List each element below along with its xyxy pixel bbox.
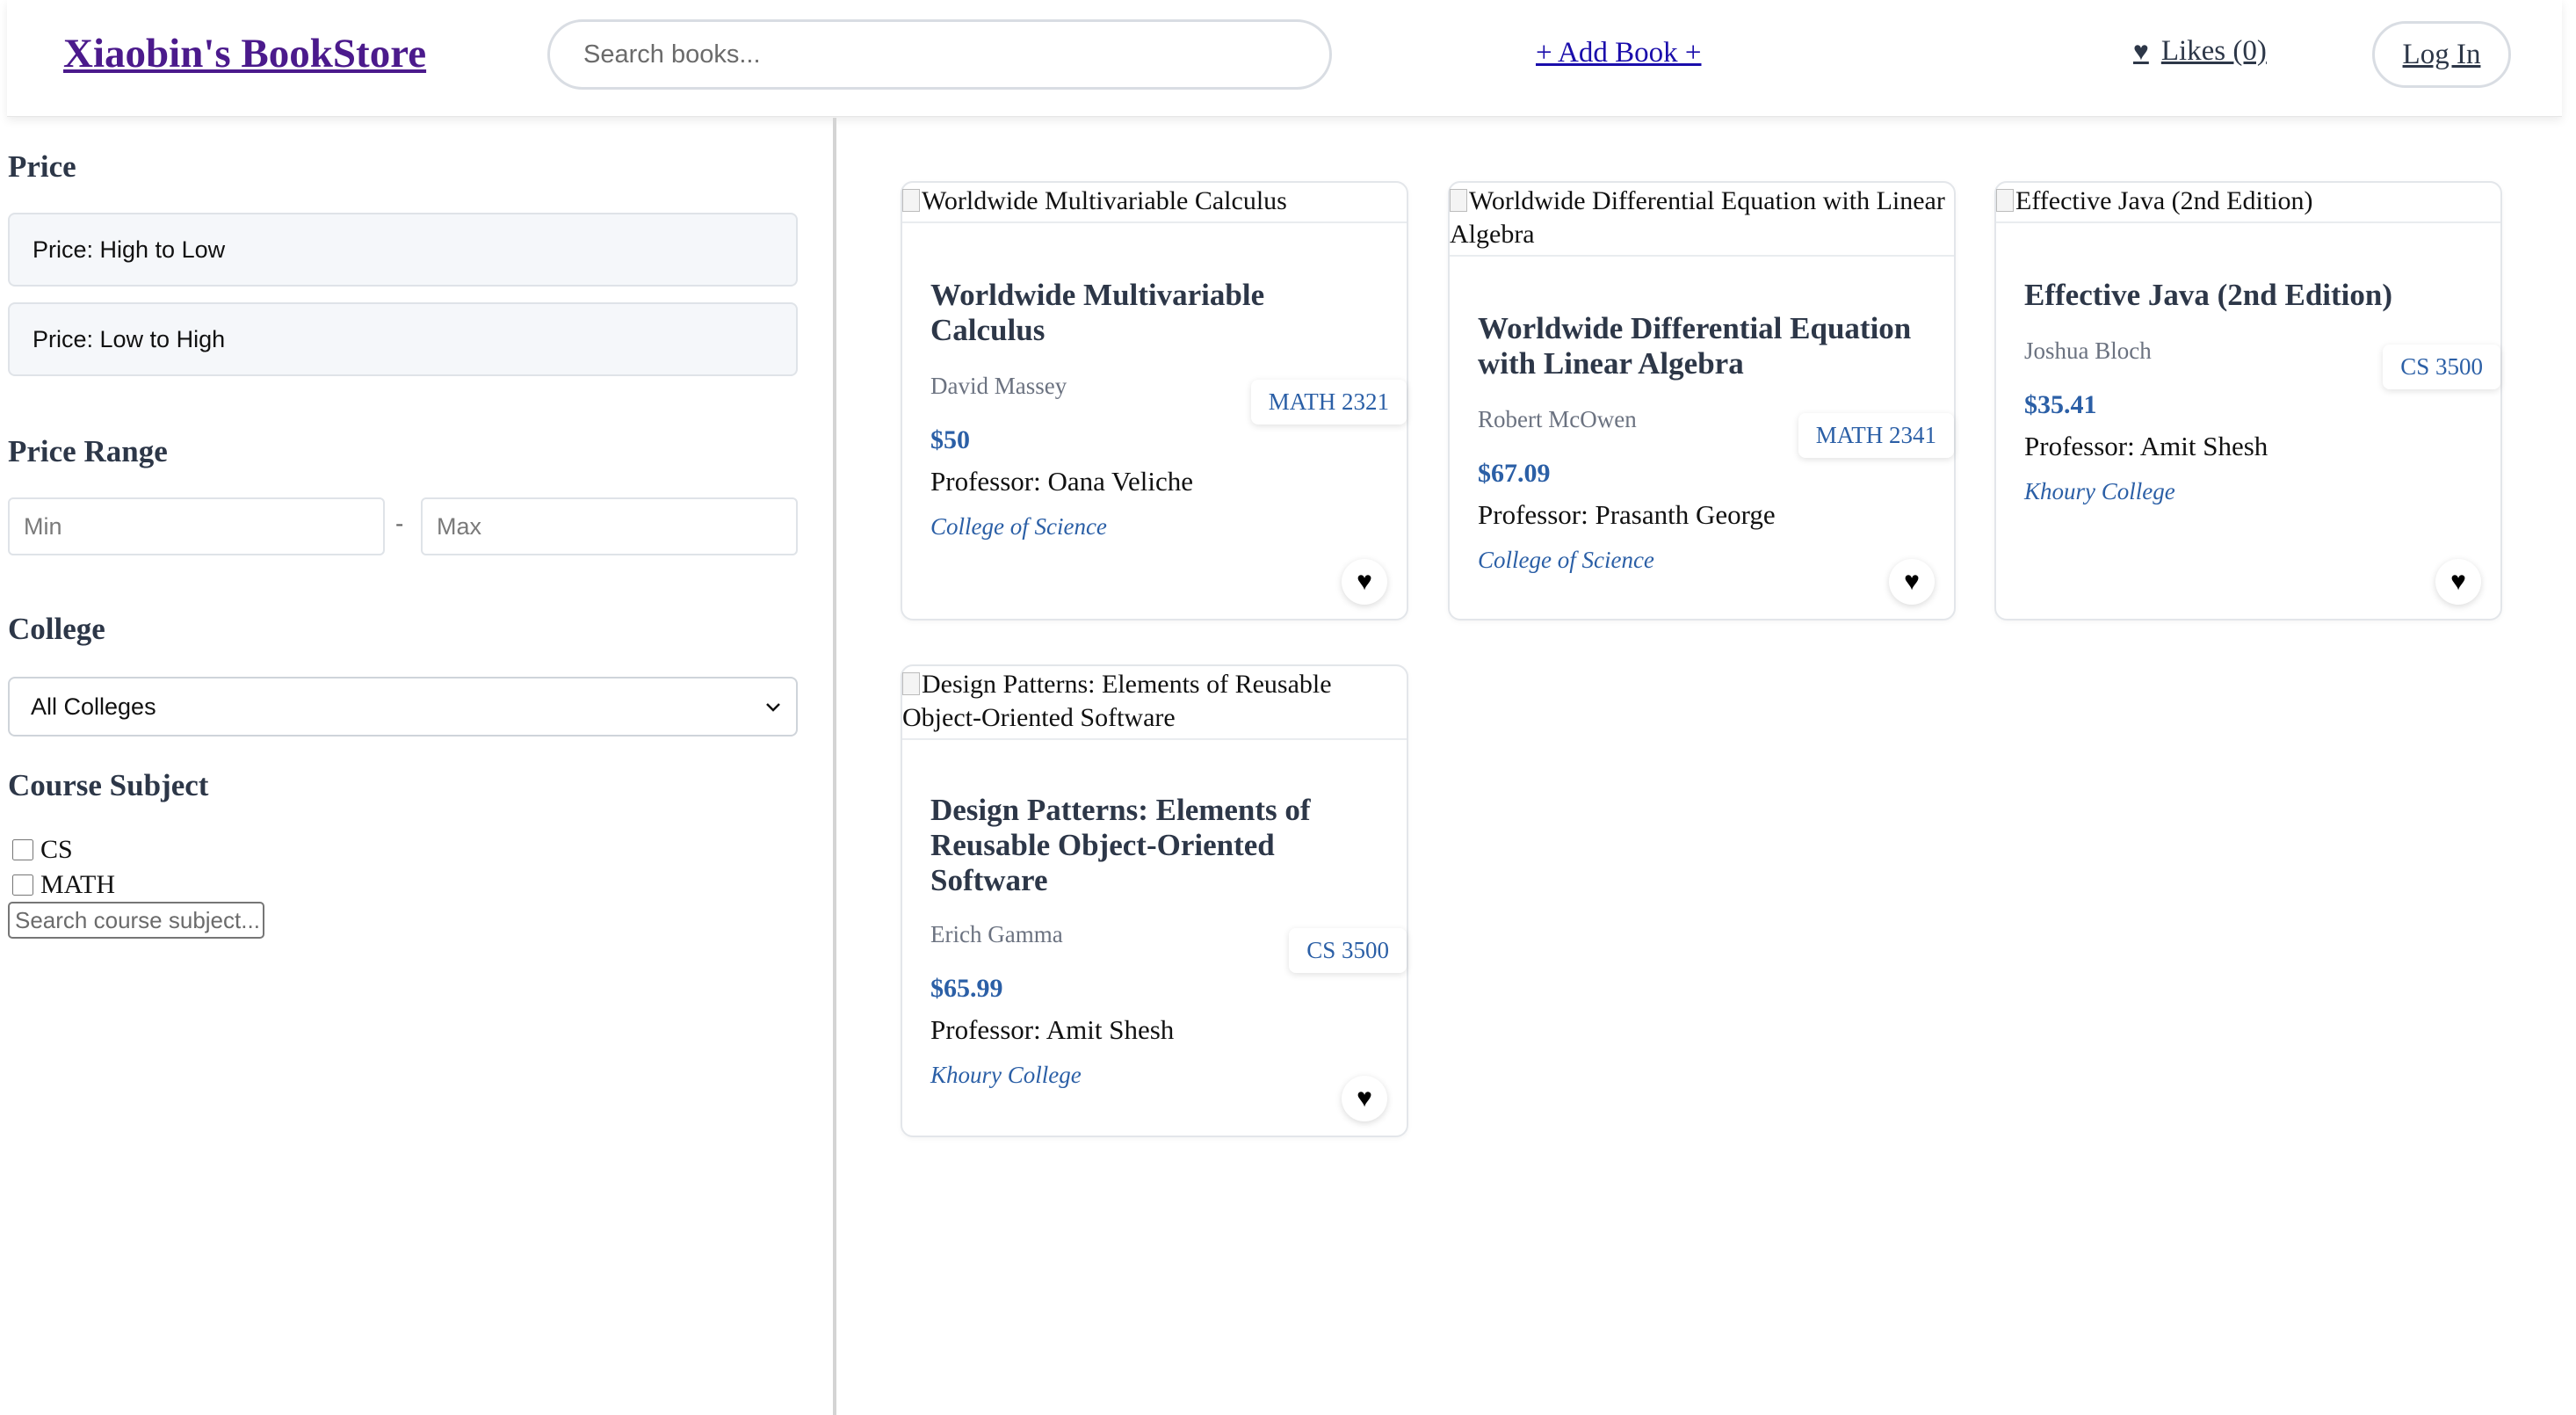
price-range-title: Price Range: [8, 434, 168, 468]
like-button[interactable]: ♥: [1342, 1076, 1387, 1121]
book-cover-alt: Design Patterns: Elements of Reusable Ob…: [902, 670, 1332, 732]
price-max-input[interactable]: [421, 497, 798, 555]
course-badge: CS 3500: [2383, 345, 2500, 389]
subject-search-input[interactable]: [8, 902, 264, 939]
book-title: Design Patterns: Elements of Reusable Ob…: [930, 793, 1311, 897]
sort-high-to-low-button[interactable]: Price: High to Low: [8, 213, 798, 287]
login-button[interactable]: Log In: [2372, 21, 2511, 88]
book-cover-image: Worldwide Differential Equation with Lin…: [1450, 183, 1954, 257]
like-button[interactable]: ♥: [1342, 559, 1387, 605]
sort-low-to-high-button[interactable]: Price: Low to High: [8, 302, 798, 376]
book-author: Robert McOwen: [1478, 406, 1637, 432]
price-section-title: Price: [8, 149, 76, 184]
book-author: David Massey: [930, 373, 1067, 399]
price-min-input[interactable]: [8, 497, 385, 555]
book-professor: Professor: Oana Veliche: [930, 466, 1194, 497]
heart-icon: ♥: [1357, 567, 1372, 596]
likes-label: Likes (0): [2160, 35, 2267, 67]
like-button[interactable]: ♥: [2435, 559, 2481, 605]
book-card[interactable]: Effective Java (2nd Edition) Effective J…: [1994, 181, 2502, 620]
course-badge: CS 3500: [1289, 928, 1407, 973]
book-author: Joshua Bloch: [2024, 337, 2152, 364]
likes-link[interactable]: ♥ Likes (0): [2133, 35, 2267, 68]
add-book-link[interactable]: + Add Book +: [1536, 37, 1702, 69]
broken-image-icon: [902, 672, 920, 695]
college-select-value: All Colleges: [31, 693, 156, 720]
book-title: Worldwide Differential Equation with Lin…: [1478, 311, 1912, 381]
search-input[interactable]: [550, 22, 1329, 87]
book-cover-alt: Worldwide Multivariable Calculus: [922, 186, 1287, 215]
heart-icon: ♥: [1357, 1084, 1372, 1113]
book-cover-image: Effective Java (2nd Edition): [1996, 183, 2500, 223]
book-cover-alt: Worldwide Differential Equation with Lin…: [1450, 186, 1945, 249]
heart-icon: ♥: [2133, 36, 2149, 66]
subject-label-cs: CS: [40, 835, 73, 864]
heart-icon: ♥: [2450, 567, 2466, 596]
book-author: Erich Gamma: [930, 921, 1063, 947]
book-college: College of Science: [930, 513, 1107, 540]
broken-image-icon: [1450, 189, 1467, 212]
book-title: Worldwide Multivariable Calculus: [930, 278, 1265, 347]
book-college: Khoury College: [930, 1062, 1082, 1088]
book-card[interactable]: Worldwide Differential Equation with Lin…: [1448, 181, 1956, 620]
book-price: $35.41: [2024, 390, 2097, 419]
book-college: Khoury College: [2024, 478, 2175, 504]
book-price: $67.09: [1478, 459, 1551, 488]
course-badge: MATH 2321: [1250, 380, 1407, 424]
subject-checkbox-math[interactable]: [12, 874, 33, 896]
brand-logo-link[interactable]: Xiaobin's BookStore: [63, 30, 426, 77]
search-bar: [547, 19, 1332, 90]
course-subject-title: Course Subject: [8, 768, 209, 802]
subject-checkbox-cs[interactable]: [12, 839, 33, 860]
range-separator: -: [395, 510, 404, 537]
book-card[interactable]: Worldwide Multivariable Calculus Worldwi…: [901, 181, 1408, 620]
subject-option-cs[interactable]: CS: [12, 835, 73, 865]
college-select[interactable]: All Colleges: [8, 677, 798, 737]
chevron-down-icon: [766, 703, 780, 712]
course-badge: MATH 2341: [1798, 413, 1954, 458]
book-price: $50: [930, 425, 970, 454]
filter-sidebar: Price Price: High to Low Price: Low to H…: [0, 118, 836, 1415]
book-price: $65.99: [930, 974, 1003, 1003]
book-card[interactable]: Design Patterns: Elements of Reusable Ob…: [901, 664, 1408, 1137]
book-professor: Professor: Amit Shesh: [930, 1014, 1175, 1045]
like-button[interactable]: ♥: [1889, 559, 1935, 605]
book-cover-alt: Effective Java (2nd Edition): [2015, 186, 2313, 215]
subject-option-math[interactable]: MATH: [12, 870, 115, 900]
book-professor: Professor: Amit Shesh: [2024, 431, 2268, 461]
book-college: College of Science: [1478, 547, 1654, 573]
book-cover-image: Design Patterns: Elements of Reusable Ob…: [902, 666, 1407, 740]
college-section-title: College: [8, 612, 105, 646]
book-cover-image: Worldwide Multivariable Calculus: [902, 183, 1407, 223]
broken-image-icon: [902, 189, 920, 212]
book-title: Effective Java (2nd Edition): [2024, 278, 2393, 312]
book-professor: Professor: Prasanth George: [1478, 499, 1776, 530]
heart-icon: ♥: [1904, 567, 1920, 596]
top-navbar: Xiaobin's BookStore + Add Book + ♥ Likes…: [7, 0, 2562, 117]
subject-label-math: MATH: [40, 870, 116, 899]
broken-image-icon: [1996, 189, 2014, 212]
